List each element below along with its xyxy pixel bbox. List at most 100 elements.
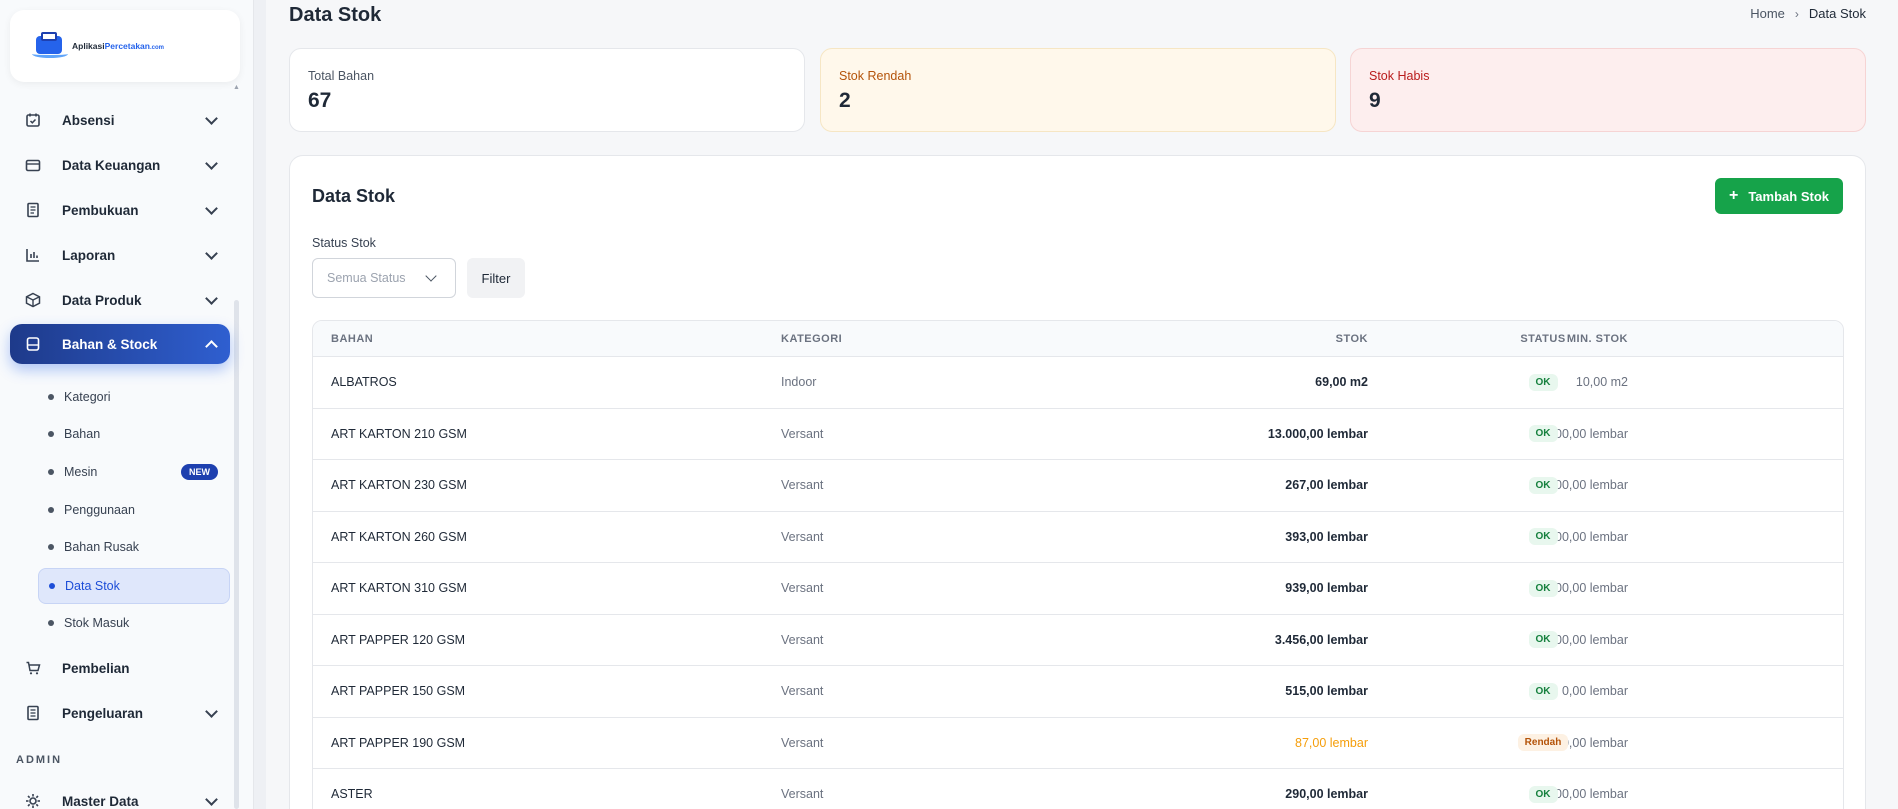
chevron-down-icon — [205, 202, 218, 215]
sidebar-subitem-stok-masuk[interactable]: Stok Masuk — [38, 606, 230, 640]
breadcrumb: Home › Data Stok — [1750, 6, 1866, 21]
stat-card-stok-habis: Stok Habis 9 — [1350, 48, 1866, 132]
status-badge: OK — [1528, 476, 1558, 494]
cell-stok: 13.000,00 lembar — [1267, 426, 1368, 441]
table-row[interactable]: ART PAPPER 190 GSM Versant 87,00 lembar 100… — [313, 718, 1843, 769]
sidebar-item-pembelian[interactable]: Pembelian — [10, 648, 230, 688]
cell-kategori: Versant — [781, 787, 824, 802]
chevron-down-icon — [205, 292, 218, 305]
sidebar-subitem-data-stok[interactable]: Data Stok — [38, 568, 230, 604]
add-stock-button[interactable]: + Tambah Stok — [1715, 178, 1843, 214]
sidebar-item-label: Pembukuan — [62, 202, 139, 218]
sidebar-item-laporan[interactable]: Laporan — [10, 235, 230, 275]
gear-icon — [24, 792, 42, 809]
bullet-icon — [48, 431, 54, 437]
sidebar-item-bahan-stock[interactable]: Bahan & Stock — [10, 324, 230, 364]
chevron-up-icon — [205, 340, 218, 353]
sidebar-item-label: Data Keuangan — [62, 157, 161, 173]
sidebar-item-data-keuangan[interactable]: Data Keuangan — [10, 145, 230, 185]
cart-icon — [24, 659, 42, 677]
cell-status: OK — [1493, 512, 1593, 563]
table-body: ALBATROS Indoor 69,00 m2 10,00 m2 OK ART KART… — [313, 357, 1843, 809]
cell-bahan: ART KARTON 260 GSM — [331, 529, 467, 544]
sidebar-item-label: Data Produk — [62, 292, 142, 308]
subitem-label: Bahan Rusak — [64, 540, 140, 554]
table-row[interactable]: ART KARTON 260 GSM Versant 393,00 lembar 10… — [313, 512, 1843, 563]
stat-label: Stok Habis — [1369, 69, 1430, 83]
cell-bahan: ART KARTON 210 GSM — [331, 426, 467, 441]
cell-kategori: Indoor — [781, 375, 817, 390]
stat-label: Stok Rendah — [839, 69, 912, 83]
header-bahan[interactable]: BAHAN — [331, 321, 373, 356]
sidebar-subitem-kategori[interactable]: Kategori — [38, 380, 230, 414]
sidebar-item-pembukuan[interactable]: Pembukuan — [10, 190, 230, 230]
section-label-admin: ADMIN — [16, 754, 63, 766]
logo-text: AplikasiPercetakan.com — [72, 41, 164, 51]
table-row[interactable]: ASTER Versant 290,00 lembar 100,00 lembar OK — [313, 769, 1843, 809]
wallet-icon — [24, 156, 42, 174]
table-row[interactable]: ALBATROS Indoor 69,00 m2 10,00 m2 OK — [313, 357, 1843, 409]
status-badge: OK — [1528, 682, 1558, 700]
chevron-down-icon — [205, 112, 218, 125]
cell-stok: 393,00 lembar — [1285, 529, 1368, 544]
status-badge: OK — [1528, 528, 1558, 546]
chevron-down-icon — [205, 705, 218, 718]
panel-title: Data Stok — [312, 186, 396, 206]
subitem-label: Mesin — [64, 465, 98, 479]
cell-kategori: Versant — [781, 478, 824, 493]
status-badge: OK — [1528, 373, 1558, 391]
sidebar-item-label: Bahan & Stock — [62, 336, 158, 352]
logo-card[interactable]: AplikasiPercetakan.com — [10, 10, 240, 82]
header-kategori[interactable]: KATEGORI — [781, 321, 842, 356]
sidebar-item-pengeluaran[interactable]: Pengeluaran — [10, 693, 230, 733]
sidebar-subitem-mesin[interactable]: Mesin NEW — [38, 455, 230, 489]
new-badge: NEW — [181, 464, 218, 480]
cell-kategori: Versant — [781, 735, 824, 750]
cell-bahan: ART PAPPER 190 GSM — [331, 735, 466, 750]
header-stok[interactable]: STOK — [1336, 321, 1368, 356]
bullet-icon — [48, 507, 54, 513]
bullet-icon — [48, 469, 54, 475]
table-row[interactable]: ART PAPPER 150 GSM Versant 515,00 lembar 0,… — [313, 666, 1843, 718]
breadcrumb-home-link[interactable]: Home — [1750, 6, 1785, 21]
sidebar-subitem-bahan-rusak[interactable]: Bahan Rusak — [38, 530, 230, 564]
status-select[interactable]: Semua Status — [312, 258, 456, 298]
sidebar-subitem-bahan[interactable]: Bahan — [38, 417, 230, 451]
sidebar-item-master-data[interactable]: Master Data — [10, 781, 230, 809]
table-row[interactable]: ART KARTON 230 GSM Versant 267,00 lembar 10… — [313, 460, 1843, 512]
status-badge: OK — [1528, 785, 1558, 803]
table-row[interactable]: ART PAPPER 120 GSM Versant 3.456,00 lembar… — [313, 615, 1843, 666]
scroll-up-icon[interactable]: ▲ — [233, 84, 240, 91]
subitem-label: Data Stok — [65, 579, 120, 593]
cell-kategori: Versant — [781, 684, 824, 699]
cell-kategori: Versant — [781, 581, 824, 596]
stat-value: 2 — [839, 89, 851, 112]
cell-kategori: Versant — [781, 632, 824, 647]
sidebar-item-label: Pengeluaran — [62, 705, 144, 721]
cell-status: OK — [1493, 615, 1593, 666]
header-status[interactable]: STATUS — [1493, 321, 1593, 356]
cell-status: Rendah — [1493, 718, 1593, 769]
book-icon — [24, 201, 42, 219]
filter-button[interactable]: Filter — [467, 258, 525, 298]
sidebar-scrollbar[interactable] — [234, 300, 239, 809]
bullet-icon — [48, 394, 54, 400]
table-row[interactable]: ART KARTON 310 GSM Versant 939,00 lembar 10… — [313, 563, 1843, 615]
table-row[interactable]: ART KARTON 210 GSM Versant 13.000,00 lemba… — [313, 409, 1843, 460]
subitem-label: Bahan — [64, 427, 101, 441]
sidebar-item-data-produk[interactable]: Data Produk — [10, 280, 230, 320]
box-icon — [24, 291, 42, 309]
sidebar: AplikasiPercetakan.com ▲ Absensi Data Ke… — [0, 0, 254, 809]
cell-bahan: ALBATROS — [331, 375, 397, 390]
sidebar-item-label: Pembelian — [62, 660, 130, 676]
cell-kategori: Versant — [781, 529, 824, 544]
sidebar-item-absensi[interactable]: Absensi — [10, 100, 230, 140]
sidebar-item-label: Absensi — [62, 112, 115, 128]
cell-status: OK — [1493, 460, 1593, 511]
status-badge: OK — [1528, 631, 1558, 649]
cell-stok: 87,00 lembar — [1295, 735, 1368, 750]
filter-label: Status Stok — [312, 236, 376, 250]
status-badge: Rendah — [1517, 734, 1569, 752]
sidebar-subitem-penggunaan[interactable]: Penggunaan — [38, 493, 230, 527]
cell-bahan: ART PAPPER 150 GSM — [331, 684, 466, 699]
